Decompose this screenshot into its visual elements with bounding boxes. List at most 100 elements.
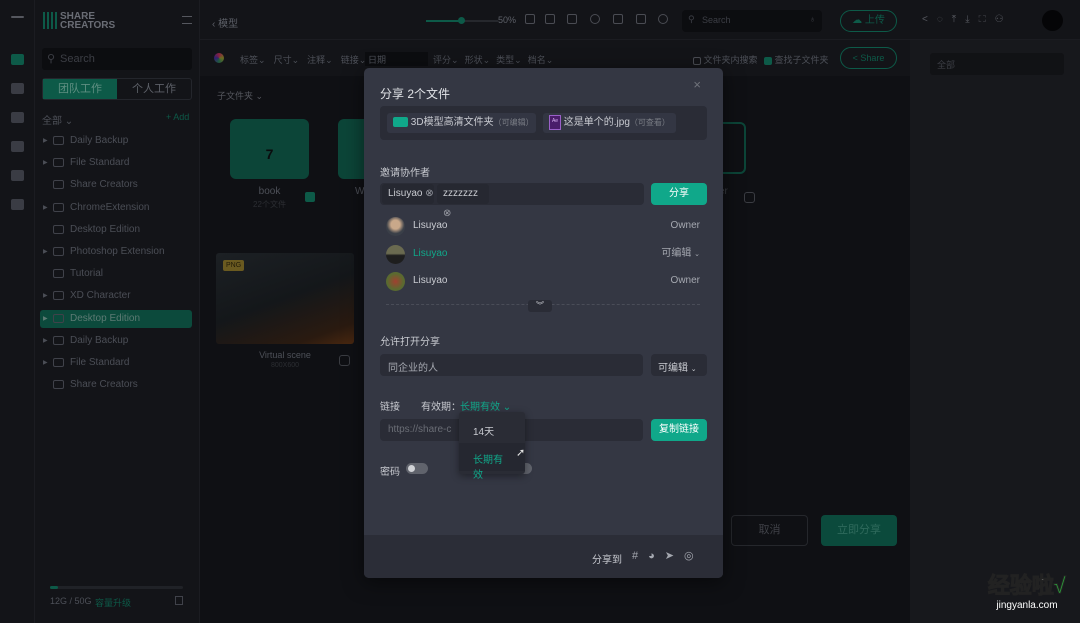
expand-arrow-icon[interactable]: ▶ — [43, 354, 48, 372]
calendar-nav-icon[interactable] — [11, 170, 24, 181]
expand-arrow-icon[interactable]: ▶ — [43, 332, 48, 350]
media-nav-icon[interactable] — [11, 141, 24, 152]
validity-dropdown[interactable]: 长期有效 ⌄ — [460, 398, 511, 413]
share-now-button[interactable]: 立即分享 — [821, 515, 897, 546]
color-filter-icon[interactable] — [214, 53, 224, 63]
tab-personal[interactable]: 个人工作 — [117, 79, 191, 99]
date-input[interactable]: 日期 — [365, 52, 428, 66]
sidebar-item[interactable]: ▶ XD Character — [40, 287, 192, 305]
filter-dropdown[interactable]: 形状⌄ — [465, 53, 491, 66]
cancel-button[interactable]: 取消 — [731, 515, 808, 546]
filter-dropdown[interactable]: 注释⌄ — [307, 53, 333, 66]
wechat-icon[interactable]: ◎ — [684, 550, 704, 562]
refresh-icon[interactable] — [658, 14, 668, 24]
option-14-days[interactable]: 14天 — [473, 423, 494, 438]
find-subfolder-checkbox[interactable]: 查找子文件夹 — [764, 53, 829, 66]
invitee-chip: Lisuyao ⊗ — [382, 184, 434, 204]
member-role[interactable]: 可编辑 ⌄ — [661, 244, 700, 265]
sidebar-item[interactable]: Share Creators — [40, 376, 192, 394]
invite-share-button[interactable]: 分享 — [651, 183, 707, 205]
filter-dropdown[interactable]: 全部 ⌄ — [42, 112, 73, 127]
filter-dropdown[interactable]: 类型⌄ — [496, 53, 522, 66]
share-icon[interactable]: < — [922, 14, 937, 25]
expand-arrow-icon[interactable]: ▶ — [43, 154, 48, 172]
password-toggle[interactable] — [406, 463, 428, 474]
sidebar-item[interactable]: ▶ Daily Backup — [40, 132, 192, 150]
zoom-slider[interactable] — [426, 17, 498, 24]
list-nav-icon[interactable] — [11, 83, 24, 94]
sidebar-item[interactable]: ▶ ChromeExtension — [40, 199, 192, 217]
copy-link-button[interactable]: 复制链接 — [651, 419, 707, 441]
subfolder-dropdown[interactable]: 子文件夹 ⌄ — [217, 89, 263, 102]
folder-w[interactable] — [338, 119, 364, 179]
folder-count: 22个文件 — [253, 200, 286, 209]
member-row: Lisuyao Owner — [386, 216, 706, 238]
expand-arrow-icon[interactable]: ▶ — [43, 310, 48, 328]
file-thumb[interactable] — [719, 122, 746, 174]
view-icon[interactable] — [525, 14, 535, 24]
grid-icon[interactable] — [545, 14, 555, 24]
folder-nav-icon[interactable] — [11, 54, 24, 65]
avatar[interactable] — [1042, 10, 1063, 31]
upload-button[interactable]: ☁ 上传 — [840, 10, 897, 32]
search-in-folder-checkbox[interactable]: 文件夹内搜索 — [693, 53, 758, 66]
add-button[interactable]: + Add — [166, 112, 189, 122]
filter-dropdown[interactable]: 链接⌄ — [341, 53, 367, 66]
storage-text: 12G / 50G — [50, 596, 92, 606]
collapse-icon[interactable] — [182, 16, 192, 24]
dribbble-icon[interactable]: ◕ — [648, 550, 665, 562]
filter-dropdown[interactable]: 档名⌄ — [528, 53, 554, 66]
filter-icon[interactable] — [613, 14, 623, 24]
pin-icon[interactable] — [567, 14, 577, 24]
bell-icon[interactable]: ◌ — [937, 14, 952, 25]
file-chip: Ae 这是单个的.jpg（可查看） — [543, 113, 676, 133]
close-icon[interactable]: × — [693, 77, 701, 92]
mic-icon[interactable]: ♁ — [809, 14, 816, 24]
expand-icon[interactable]: ︾ — [528, 300, 552, 312]
allow-perm-select[interactable]: 可编辑 ⌄ — [651, 354, 707, 376]
zoom-value: 50% — [498, 15, 517, 25]
folder-book[interactable]: 7 — [230, 119, 309, 179]
file-checkbox[interactable] — [744, 192, 755, 203]
right-panel-select[interactable]: 全部 — [930, 53, 1064, 75]
sidebar-item[interactable]: Share Creators — [40, 176, 192, 194]
history-icon[interactable] — [590, 14, 600, 24]
expand-arrow-icon[interactable]: ▶ — [43, 287, 48, 305]
sidebar-item[interactable]: ▶ Daily Backup — [40, 332, 192, 350]
trash-icon[interactable] — [175, 596, 183, 605]
expand-arrow-icon[interactable]: ▶ — [43, 199, 48, 217]
upload-icon[interactable]: ⤒ — [952, 14, 965, 25]
menu-icon[interactable] — [11, 16, 24, 18]
sidebar-search-input[interactable]: ⚲ Search — [42, 48, 192, 70]
download-icon[interactable]: ⤓ — [965, 14, 978, 25]
filter-dropdown[interactable]: 评分⌄ — [433, 53, 459, 66]
sidebar-item[interactable]: ▶ File Standard — [40, 354, 192, 372]
expand-arrow-icon[interactable]: ▶ — [43, 243, 48, 261]
sidebar-item[interactable]: ▶ Photoshop Extension — [40, 243, 192, 261]
sidebar-item[interactable]: Tutorial — [40, 265, 192, 283]
back-breadcrumb[interactable]: ‹ 模型 — [212, 15, 238, 30]
slack-icon[interactable]: # — [632, 550, 648, 562]
sidebar-item[interactable]: ▶ Desktop Edition — [40, 309, 192, 328]
store-nav-icon[interactable] — [11, 199, 24, 210]
image-checkbox[interactable] — [339, 355, 350, 366]
filter-dropdown[interactable]: 标签⌄ — [240, 53, 266, 66]
user-icon[interactable]: ⚇ — [995, 14, 1013, 25]
allow-select[interactable]: 同企业的人 — [380, 354, 643, 376]
upgrade-link[interactable]: 容量升级 — [95, 596, 131, 609]
sort-icon[interactable] — [636, 14, 646, 24]
tab-team[interactable]: 团队工作 — [43, 79, 117, 99]
sidebar-item[interactable]: Desktop Edition — [40, 221, 192, 239]
sidebar-item[interactable]: ▶ File Standard — [40, 154, 192, 172]
share-button[interactable]: < Share — [840, 47, 897, 69]
folder-checkbox[interactable] — [305, 192, 315, 202]
image-thumb[interactable]: PNG — [216, 253, 354, 344]
remove-icon[interactable]: ⊗ — [425, 188, 433, 199]
top-search-input[interactable]: ⚲ Search ♁ — [682, 10, 822, 32]
archive-nav-icon[interactable] — [11, 112, 24, 123]
expand-arrow-icon[interactable]: ▶ — [43, 132, 48, 150]
filter-dropdown[interactable]: 尺寸⌄ — [274, 53, 300, 66]
invite-input[interactable]: Lisuyao ⊗ zzzzzzz ⊗ — [380, 183, 644, 219]
send-icon[interactable]: ➤ — [665, 550, 684, 562]
fullscreen-icon[interactable]: ⛶ — [979, 14, 995, 25]
